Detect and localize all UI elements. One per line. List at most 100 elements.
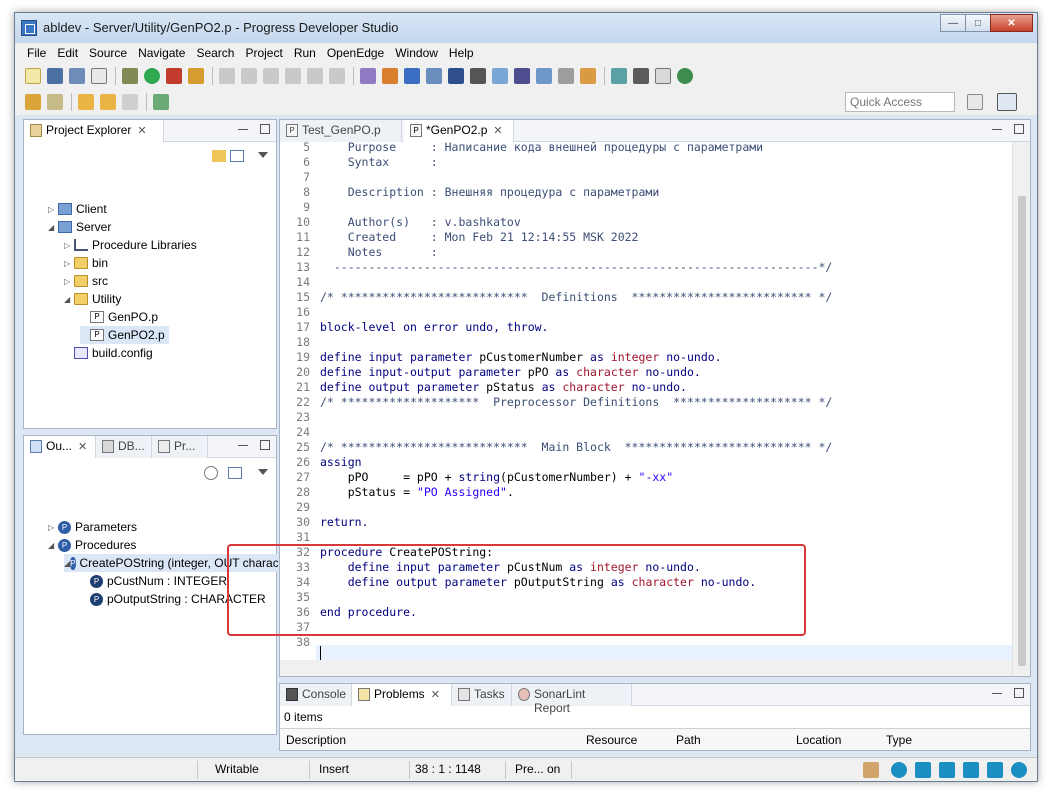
- pencil-icon[interactable]: [939, 762, 955, 778]
- tree-item-genpo[interactable]: P GenPO.p: [80, 308, 158, 326]
- code-line[interactable]: /* *************************** Definitio…: [320, 290, 832, 305]
- query-icon[interactable]: [492, 68, 508, 84]
- sort-icon[interactable]: [204, 466, 218, 480]
- maximize-icon[interactable]: [1014, 688, 1024, 698]
- code-line[interactable]: assign: [320, 455, 362, 470]
- menu-navigate[interactable]: Navigate: [138, 46, 185, 60]
- compile-icon[interactable]: [382, 68, 398, 84]
- suspend-icon[interactable]: [241, 68, 257, 84]
- last-edit-icon[interactable]: [78, 94, 94, 110]
- menu-edit[interactable]: Edit: [57, 46, 78, 60]
- step-over-icon[interactable]: [307, 68, 323, 84]
- tree-item-procedure-libraries[interactable]: ▷ Procedure Libraries: [64, 236, 197, 254]
- close-tab-icon[interactable]: ✕: [78, 441, 87, 453]
- tab-properties[interactable]: Pr...: [152, 436, 208, 458]
- maximize-button[interactable]: □: [965, 14, 991, 32]
- menu-project[interactable]: Project: [245, 46, 282, 60]
- minimize-icon[interactable]: [238, 129, 248, 131]
- previous-annotation-icon[interactable]: [47, 94, 63, 110]
- terminate-icon[interactable]: [263, 68, 279, 84]
- code-line[interactable]: Syntax :: [320, 155, 438, 170]
- menu-run[interactable]: Run: [294, 46, 316, 60]
- tools-icon[interactable]: [558, 68, 574, 84]
- tab-db-structure[interactable]: DB...: [96, 436, 152, 458]
- menu-help[interactable]: Help: [449, 46, 474, 60]
- tree-item-server[interactable]: ◢ Server: [48, 218, 111, 236]
- tab-test-genpo[interactable]: P Test_GenPO.p: [280, 120, 402, 142]
- collapse-all-icon[interactable]: [228, 467, 242, 479]
- link-editor-icon[interactable]: [212, 150, 226, 162]
- code-line[interactable]: /* *************************** Main Bloc…: [320, 440, 832, 455]
- menu-window[interactable]: Window: [395, 46, 438, 60]
- menu-openedge[interactable]: OpenEdge: [327, 46, 384, 60]
- save-icon[interactable]: [47, 68, 63, 84]
- scrollbar-thumb[interactable]: [1018, 196, 1026, 666]
- table-icon[interactable]: [448, 68, 464, 84]
- debug-icon[interactable]: [122, 68, 138, 84]
- sql-icon[interactable]: [514, 68, 530, 84]
- step-into-icon[interactable]: [285, 68, 301, 84]
- refresh-icon[interactable]: [580, 68, 596, 84]
- outline-item-procedures[interactable]: ◢ P Procedures: [48, 536, 136, 554]
- quick-access-input[interactable]: [845, 92, 955, 112]
- tree-item-client[interactable]: ▷ Client: [48, 200, 107, 218]
- minimize-button[interactable]: —: [940, 14, 966, 32]
- ampersand-icon[interactable]: [655, 68, 671, 84]
- code-line[interactable]: Author(s) : v.bashkatov: [320, 215, 521, 230]
- maximize-icon[interactable]: [1014, 124, 1024, 134]
- tree-item-src[interactable]: ▷ src: [64, 272, 108, 290]
- open-perspective-icon[interactable]: [967, 94, 983, 110]
- resume-icon[interactable]: [219, 68, 235, 84]
- maximize-icon[interactable]: [260, 440, 270, 450]
- code-line[interactable]: define input parameter pCustomerNumber a…: [320, 350, 722, 365]
- save-all-icon[interactable]: [69, 68, 85, 84]
- tree-item-build-config[interactable]: build.config: [64, 344, 153, 362]
- next-annotation-icon[interactable]: [25, 94, 41, 110]
- globe-icon[interactable]: [1011, 762, 1027, 778]
- format-icon[interactable]: [360, 68, 376, 84]
- brush-icon[interactable]: [633, 68, 649, 84]
- close-tab-icon[interactable]: ✕: [137, 125, 146, 137]
- code-line[interactable]: Created : Mon Feb 21 12:14:55 MSK 2022: [320, 230, 639, 245]
- monitor-icon[interactable]: [963, 762, 979, 778]
- tree-item-genpo2[interactable]: P GenPO2.p: [80, 326, 169, 344]
- tree-item-bin[interactable]: ▷ bin: [64, 254, 108, 272]
- column-description[interactable]: Description: [286, 733, 346, 747]
- collapse-all-icon[interactable]: [230, 150, 244, 162]
- tab-console[interactable]: Console: [280, 684, 352, 706]
- back-icon[interactable]: [100, 94, 116, 110]
- code-line[interactable]: pStatus = "PO Assigned".: [320, 485, 514, 500]
- stack-icon[interactable]: [611, 68, 627, 84]
- run-icon[interactable]: [144, 68, 160, 84]
- view-menu-icon[interactable]: [258, 152, 268, 158]
- minimize-icon[interactable]: [238, 445, 248, 447]
- code-line[interactable]: /* ******************** Preprocessor Def…: [320, 395, 832, 410]
- menu-search[interactable]: Search: [196, 46, 234, 60]
- vertical-scrollbar[interactable]: [1012, 142, 1030, 676]
- outline-item-parameters[interactable]: ▷ P Parameters: [48, 518, 137, 536]
- new-icon[interactable]: [25, 68, 41, 84]
- close-tab-icon[interactable]: ✕: [493, 125, 502, 137]
- code-line[interactable]: ----------------------------------------…: [320, 260, 833, 275]
- close-tab-icon[interactable]: ✕: [431, 689, 440, 701]
- horizontal-scrollbar[interactable]: [280, 660, 1012, 676]
- code-line[interactable]: Description : Внешняя процедура с параме…: [320, 185, 660, 200]
- openedge-perspective-icon[interactable]: [997, 93, 1017, 111]
- close-button[interactable]: ✕: [990, 14, 1033, 32]
- maximize-icon[interactable]: [260, 124, 270, 134]
- launch-icon[interactable]: [188, 68, 204, 84]
- step-return-icon[interactable]: [329, 68, 345, 84]
- outline-item-pcustnum[interactable]: PpCustNum : INTEGER: [80, 572, 227, 590]
- minimize-icon[interactable]: [992, 129, 1002, 131]
- column-resource[interactable]: Resource: [586, 733, 637, 747]
- tab-problems[interactable]: Problems ✕: [352, 684, 452, 706]
- code-line[interactable]: define output parameter pStatus as chara…: [320, 380, 687, 395]
- star-icon[interactable]: [915, 762, 931, 778]
- minimize-icon[interactable]: [992, 693, 1002, 695]
- forward-icon[interactable]: [122, 94, 138, 110]
- folder-icon[interactable]: [987, 762, 1003, 778]
- tab-tasks[interactable]: Tasks: [452, 684, 512, 706]
- tree-item-utility[interactable]: ◢ Utility: [64, 290, 121, 308]
- column-path[interactable]: Path: [676, 733, 701, 747]
- code-line[interactable]: return.: [320, 515, 368, 530]
